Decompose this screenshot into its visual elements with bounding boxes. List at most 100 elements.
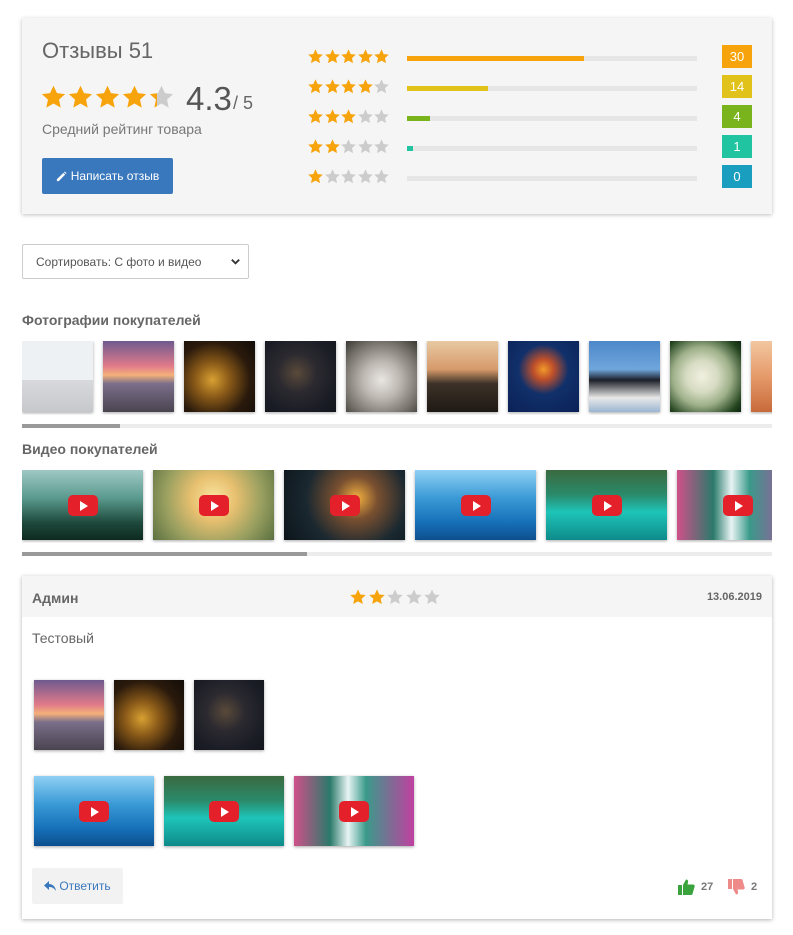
star-empty-icon: [341, 169, 356, 184]
rating-row-2-stars[interactable]: 1: [307, 135, 753, 159]
misty-forest-video[interactable]: [22, 470, 143, 540]
star-filled-icon: [95, 85, 120, 108]
review-date: 13.06.2019: [706, 591, 762, 603]
average-rating-value: 4.3: [186, 80, 232, 117]
computer-desk-photo[interactable]: [22, 341, 93, 412]
star-empty-icon: [357, 139, 373, 154]
rating-bar-fill: [407, 56, 584, 61]
customer-videos-title: Видео покупателей: [22, 441, 158, 457]
review-text: Тестовый: [32, 630, 94, 646]
rating-summary: Отзывы 51 4.3 / 5 Средний рейтинг товара…: [22, 18, 772, 214]
review-card: Админ 13.06.2019 Тестовый Ответить 27 2: [22, 576, 772, 919]
play-icon: [79, 801, 109, 822]
rating-bar-fill: [407, 146, 413, 151]
customer-photos-strip[interactable]: [22, 341, 772, 415]
star-empty-icon: [424, 589, 440, 605]
review-photos: [34, 680, 274, 750]
chevron-down-icon: [231, 259, 240, 265]
star-filled-icon: [374, 49, 389, 64]
play-icon: [198, 495, 229, 516]
waterfall-video[interactable]: [677, 470, 772, 540]
rating-count-badge: 4: [722, 105, 752, 128]
star-filled-icon: [308, 79, 323, 94]
play-icon: [460, 495, 491, 516]
reply-button[interactable]: Ответить: [32, 868, 123, 904]
star-filled-icon: [308, 49, 323, 64]
play-icon: [722, 495, 753, 516]
photos-scrollbar[interactable]: [22, 424, 772, 428]
customer-photos-title: Фотографии покупателей: [22, 312, 201, 328]
sort-select[interactable]: Сортировать: С фото и видео: [22, 244, 249, 279]
golden-dragon-photo[interactable]: [184, 341, 255, 412]
meditating-monk-video[interactable]: [153, 470, 274, 540]
dislike-button[interactable]: 2: [728, 879, 757, 895]
rating-row-stars: [307, 48, 390, 65]
rating-row-5-stars[interactable]: 30: [307, 45, 753, 69]
sort-selected-value: Сортировать: С фото и видео: [36, 254, 202, 269]
sunset-pier-photo[interactable]: [34, 680, 104, 750]
play-icon: [591, 495, 622, 516]
write-review-label: Написать отзыв: [70, 169, 160, 183]
rating-bar-track: [407, 86, 697, 91]
rating-row-4-stars[interactable]: 14: [307, 75, 753, 99]
star-empty-icon: [374, 169, 389, 184]
write-review-button[interactable]: Написать отзыв: [42, 158, 173, 194]
jellyfish-photo[interactable]: [508, 341, 579, 412]
dolphins-video[interactable]: [34, 776, 154, 846]
emerald-pool-video[interactable]: [164, 776, 284, 846]
average-rating-caption: Средний рейтинг товара: [42, 121, 202, 137]
thumbs-down-icon: [728, 879, 745, 895]
star-filled-icon: [324, 109, 340, 124]
rating-row-1-stars[interactable]: 0: [307, 165, 753, 189]
star-filled-icon: [41, 85, 66, 108]
rating-bar-track: [407, 146, 697, 151]
star-empty-icon: [357, 169, 373, 184]
videos-scrollbar-thumb[interactable]: [22, 552, 307, 556]
rating-row-stars: [307, 168, 390, 185]
star-filled-icon: [357, 49, 373, 64]
star-filled-icon: [324, 79, 340, 94]
star-filled-icon: [308, 139, 323, 154]
rating-bar-fill: [407, 86, 489, 91]
waterfall-video[interactable]: [294, 776, 414, 846]
dark-rope-photo[interactable]: [265, 341, 336, 412]
forest-dusk-photo[interactable]: [427, 341, 498, 412]
like-count: 27: [701, 881, 714, 893]
reply-label: Ответить: [59, 879, 111, 893]
desert-photo[interactable]: [751, 341, 772, 412]
star-filled-icon: [368, 589, 385, 605]
star-filled-icon: [341, 79, 356, 94]
star-empty-icon: [374, 139, 389, 154]
star-empty-icon: [405, 589, 422, 605]
dark-rope-photo[interactable]: [194, 680, 264, 750]
customer-videos-strip[interactable]: [22, 470, 772, 543]
penguins-photo[interactable]: [589, 341, 660, 412]
rating-count-badge: 30: [722, 45, 752, 68]
star-filled-icon: [324, 49, 340, 64]
videos-scrollbar[interactable]: [22, 552, 772, 556]
butterfly-forest-video[interactable]: [284, 470, 405, 540]
play-icon: [67, 495, 98, 516]
rating-count-badge: 0: [722, 165, 752, 188]
average-rating-max: / 5: [233, 93, 254, 113]
star-empty-icon: [357, 109, 373, 124]
thumbs-up-icon: [678, 879, 695, 895]
golden-dragon-photo[interactable]: [114, 680, 184, 750]
sunset-pier-photo[interactable]: [103, 341, 174, 412]
emerald-pool-video[interactable]: [546, 470, 667, 540]
rating-bar-fill: [407, 116, 431, 121]
play-icon: [329, 495, 360, 516]
dolphins-video[interactable]: [415, 470, 536, 540]
review-header: Админ 13.06.2019: [22, 576, 772, 617]
photos-scrollbar-thumb[interactable]: [22, 424, 120, 428]
rating-bar-track: [407, 176, 697, 181]
star-empty-icon: [341, 139, 356, 154]
average-rating-stars: [40, 84, 175, 110]
koala-photo[interactable]: [346, 341, 417, 412]
reviews-title: Отзывы 51: [42, 38, 154, 63]
hydrangea-photo[interactable]: [670, 341, 741, 412]
rating-bar-track: [407, 116, 697, 121]
rating-row-3-stars[interactable]: 4: [307, 105, 753, 129]
like-button[interactable]: 27: [678, 879, 713, 895]
star-filled-icon: [341, 49, 356, 64]
